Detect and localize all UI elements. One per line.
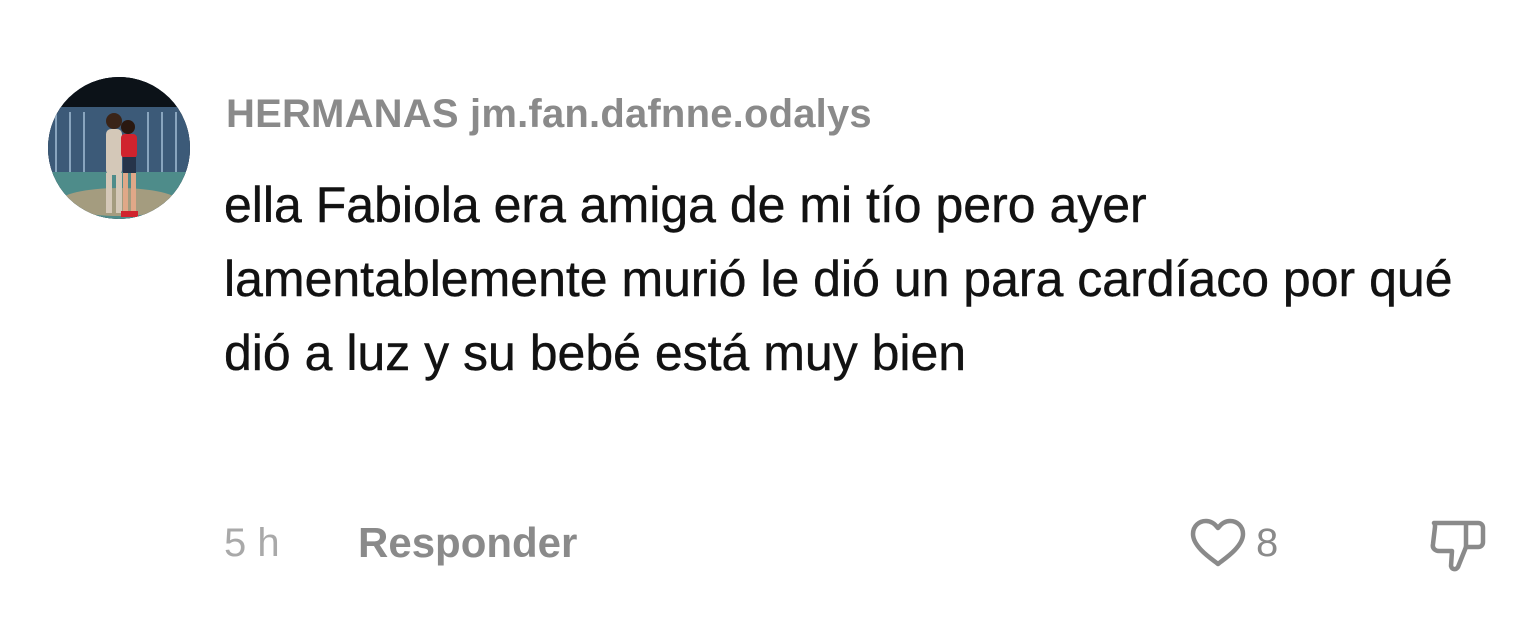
- comment-timestamp: 5 h: [224, 521, 280, 565]
- comment-item: HERMANAS jm.fan.dafnne.odalys ella Fabio…: [0, 0, 1536, 620]
- reply-button[interactable]: Responder: [358, 519, 577, 567]
- comment-text: ella Fabiola era amiga de mi tío pero ay…: [224, 177, 1453, 381]
- avatar-image: [48, 77, 190, 219]
- like-button[interactable]: 8: [1188, 513, 1278, 573]
- comment-actions: 5 h Responder 8: [224, 513, 1514, 573]
- comment-username[interactable]: HERMANAS jm.fan.dafnne.odalys: [226, 88, 872, 140]
- heart-icon: [1190, 518, 1246, 567]
- avatar[interactable]: [48, 77, 190, 219]
- dislike-icon[interactable]: [1426, 513, 1488, 575]
- like-count: 8: [1256, 521, 1279, 565]
